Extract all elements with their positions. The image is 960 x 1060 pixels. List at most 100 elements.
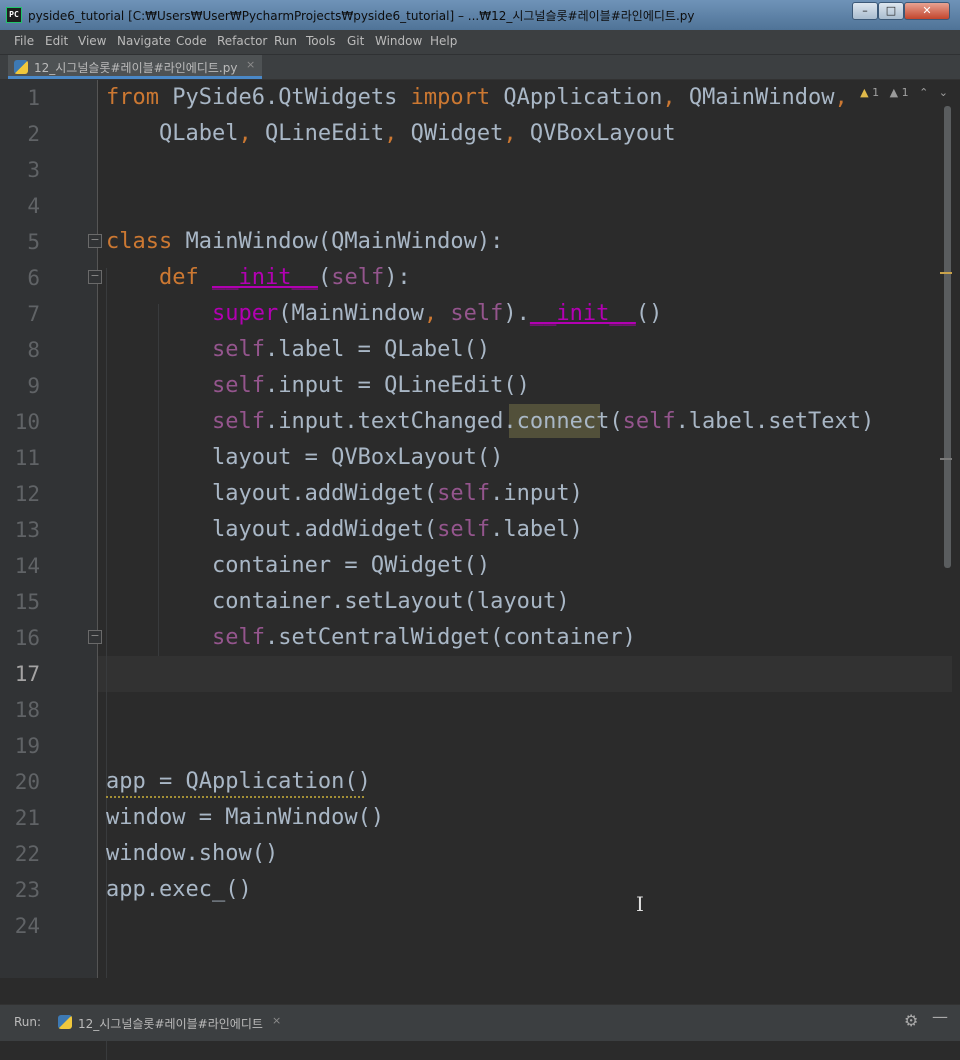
line-number[interactable]: 18 xyxy=(0,692,40,728)
weak-warning-count: 1 xyxy=(901,86,909,99)
code-token: .input.textChanged.connect( xyxy=(264,409,623,434)
menu-code[interactable]: Code xyxy=(176,34,207,48)
code-line[interactable]: layout.addWidget(self.label) xyxy=(106,512,583,548)
line-number[interactable]: 16 xyxy=(0,620,40,656)
code-token: () xyxy=(635,301,663,326)
pycharm-app-icon: PC xyxy=(6,7,22,23)
code-line[interactable]: container = QWidget() xyxy=(106,548,490,584)
menu-help[interactable]: Help xyxy=(430,34,457,48)
mouse-text-cursor-icon: I xyxy=(636,892,644,916)
weak-warning-stripe-marker[interactable] xyxy=(940,458,952,460)
menu-git[interactable]: Git xyxy=(347,34,364,48)
line-number[interactable]: 17 xyxy=(0,656,40,692)
line-number[interactable]: 19 xyxy=(0,728,40,764)
code-line[interactable]: container.setLayout(layout) xyxy=(106,584,570,620)
code-line[interactable]: self.setCentralWidget(container) xyxy=(106,620,636,656)
fold-end-icon[interactable]: − xyxy=(88,630,102,644)
line-number[interactable]: 10 xyxy=(0,404,40,440)
code-editor[interactable]: 1 2 3 4 5 6 7 8 9 10 11 12 13 14 15 16 17 18 19 20 21 22 23 24 … xyxy=(0,80,960,1060)
code-line[interactable]: self.input.textChanged.connect(self.labe… xyxy=(106,404,874,440)
code-line[interactable]: layout = QVBoxLayout() xyxy=(106,440,503,476)
code-token: , xyxy=(503,121,517,146)
line-number[interactable]: 6 xyxy=(0,260,40,296)
code-line[interactable]: app.exec_() xyxy=(106,872,252,908)
code-line[interactable]: layout.addWidget(self.input) xyxy=(106,476,583,512)
gear-icon[interactable]: ⚙ xyxy=(904,1011,918,1030)
code-line[interactable]: super(MainWindow, self).__init__() xyxy=(106,296,662,332)
menu-file[interactable]: File xyxy=(14,34,34,48)
line-number[interactable]: 8 xyxy=(0,332,40,368)
line-number[interactable]: 2 xyxy=(0,116,40,152)
line-number[interactable]: 9 xyxy=(0,368,40,404)
code-token: .input) xyxy=(490,481,583,506)
code-token: QApplication xyxy=(490,85,663,110)
code-line[interactable]: self.label = QLabel() xyxy=(106,332,490,368)
code-line[interactable]: class MainWindow(QMainWindow): xyxy=(106,224,503,260)
run-tool-window-bar: Run: 12_시그널슬롯#레이블#라인에디트 × ⚙ — xyxy=(0,1004,960,1041)
code-token: .label) xyxy=(490,517,583,542)
line-number[interactable]: 14 xyxy=(0,548,40,584)
line-number[interactable]: 3 xyxy=(0,152,40,188)
line-number[interactable]: 24 xyxy=(0,908,40,944)
close-run-tab-icon[interactable]: × xyxy=(272,1014,281,1027)
code-line[interactable]: window.show() xyxy=(106,836,278,872)
code-token: def xyxy=(158,265,199,290)
previous-highlight-icon[interactable]: ⌃ xyxy=(919,86,928,99)
line-number[interactable]: 15 xyxy=(0,584,40,620)
fold-class-icon[interactable]: − xyxy=(88,234,102,248)
menu-view[interactable]: View xyxy=(78,34,106,48)
editor-tab-label: 12_시그널슬롯#레이블#라인에디트.py xyxy=(34,61,238,75)
warning-stripe-marker[interactable] xyxy=(940,272,952,274)
line-number[interactable]: 23 xyxy=(0,872,40,908)
vertical-scrollbar-thumb[interactable] xyxy=(944,106,951,568)
menu-edit[interactable]: Edit xyxy=(45,34,68,48)
minimize-window-button[interactable]: – xyxy=(852,2,878,20)
code-token: QLabel xyxy=(106,121,239,146)
code-token: container.setLayout(layout) xyxy=(106,589,570,614)
code-token: super xyxy=(211,301,279,326)
window-title-bar[interactable]: PC pyside6_tutorial [C:₩Users₩User₩Pycha… xyxy=(0,0,960,30)
warning-count: 1 xyxy=(872,86,880,99)
close-window-button[interactable]: ✕ xyxy=(904,2,950,20)
code-line[interactable]: QLabel, QLineEdit, QWidget, QVBoxLayout xyxy=(106,116,676,152)
line-number[interactable]: 21 xyxy=(0,800,40,836)
line-number[interactable]: 20 xyxy=(0,764,40,800)
next-highlight-icon[interactable]: ⌄ xyxy=(939,86,948,99)
menu-refactor[interactable]: Refactor xyxy=(217,34,267,48)
code-line[interactable]: from PySide6.QtWidgets import QApplicati… xyxy=(106,80,848,116)
code-line[interactable]: window = MainWindow() xyxy=(106,800,384,836)
code-token: .setCentralWidget(container) xyxy=(264,625,636,650)
code-token: self xyxy=(437,517,491,542)
line-number[interactable]: 5 xyxy=(0,224,40,260)
line-number[interactable]: 12 xyxy=(0,476,40,512)
run-configuration-tab[interactable]: 12_시그널슬롯#레이블#라인에디트 × xyxy=(50,1009,290,1035)
code-token: self xyxy=(211,373,265,398)
menu-navigate[interactable]: Navigate xyxy=(117,34,171,48)
line-number[interactable]: 7 xyxy=(0,296,40,332)
code-line[interactable]: self.input = QLineEdit() xyxy=(106,368,530,404)
code-line[interactable]: app = QApplication() xyxy=(106,764,371,800)
menu-tools[interactable]: Tools xyxy=(306,34,336,48)
editor-tab[interactable]: 12_시그널슬롯#레이블#라인에디트.py × xyxy=(8,55,262,79)
warning-icon: ▲ xyxy=(860,86,869,99)
line-number[interactable]: 22 xyxy=(0,836,40,872)
menu-window[interactable]: Window xyxy=(375,34,422,48)
line-number[interactable]: 11 xyxy=(0,440,40,476)
maximize-window-button[interactable]: □ xyxy=(878,2,904,20)
menu-run[interactable]: Run xyxy=(274,34,297,48)
weak-warning-icon: ▲ xyxy=(889,86,899,99)
line-number[interactable]: 13 xyxy=(0,512,40,548)
line-number[interactable]: 1 xyxy=(0,80,40,116)
close-tab-icon[interactable]: × xyxy=(246,58,255,71)
window-title: pyside6_tutorial [C:₩Users₩User₩PycharmP… xyxy=(28,9,695,23)
line-number[interactable]: 4 xyxy=(0,188,40,224)
code-token: PySide6.QtWidgets xyxy=(158,85,411,110)
code-line[interactable]: def __init__(self): xyxy=(106,260,411,296)
inspection-widget[interactable]: ▲ 1 ▲ 1 ⌃ ⌄ xyxy=(860,86,948,102)
code-token: self xyxy=(211,409,265,434)
minimize-icon[interactable]: — xyxy=(932,1007,948,1026)
fold-method-icon[interactable]: − xyxy=(88,270,102,284)
